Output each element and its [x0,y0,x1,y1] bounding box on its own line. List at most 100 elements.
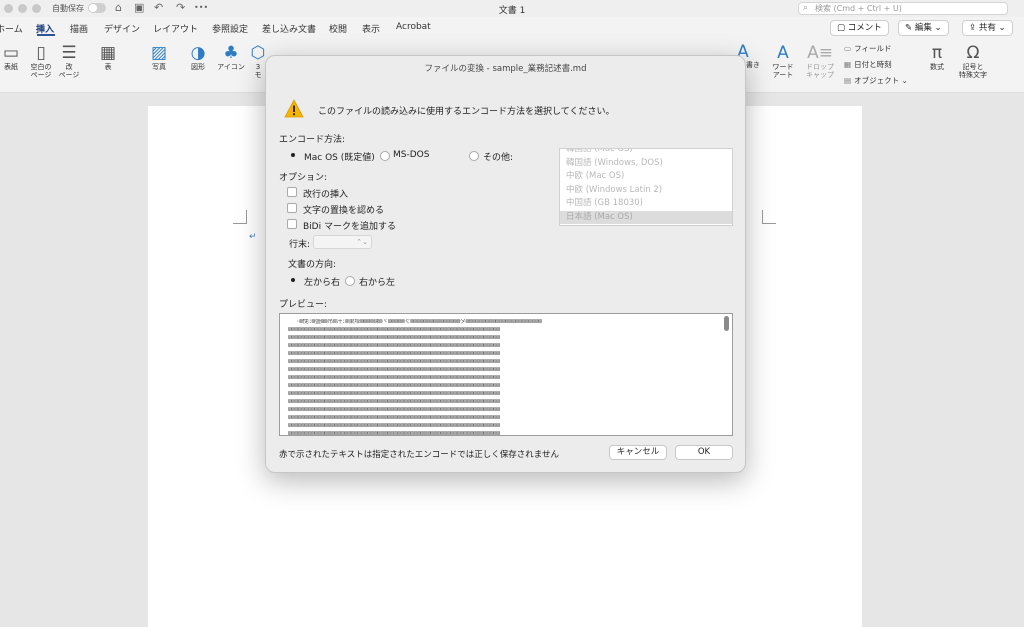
encoding-option-other[interactable]: その他: [483,150,513,163]
chevron-down-icon: ⌄ [899,76,908,85]
preview-line: ⊠⊠⊠⊠⊠⊠⊠⊠⊠⊠⊠⊠⊠⊠⊠⊠⊠⊠⊠⊠⊠⊠⊠⊠⊠⊠⊠⊠⊠⊠⊠⊠⊠⊠⊠⊠⊠⊠⊠⊠… [288,423,500,429]
preview-line: ⊠⊠⊠⊠⊠⊠⊠⊠⊠⊠⊠⊠⊠⊠⊠⊠⊠⊠⊠⊠⊠⊠⊠⊠⊠⊠⊠⊠⊠⊠⊠⊠⊠⊠⊠⊠⊠⊠⊠⊠… [288,431,500,436]
tab-home[interactable]: ホーム [0,22,23,35]
tab-references[interactable]: 参照設定 [212,22,248,35]
encoding-radio-macos[interactable] [288,150,298,160]
line-end-label: 行末: [289,240,311,250]
add-bidi-marks-checkbox[interactable] [287,219,297,229]
preview-scroll-thumb[interactable] [724,316,729,331]
3d-model-icon: ⬡ [250,43,266,63]
preview-line: ⊠⊠⊠⊠⊠⊠⊠⊠⊠⊠⊠⊠⊠⊠⊠⊠⊠⊠⊠⊠⊠⊠⊠⊠⊠⊠⊠⊠⊠⊠⊠⊠⊠⊠⊠⊠⊠⊠⊠⊠… [288,343,500,349]
insert-line-breaks-label[interactable]: 改行の挿入 [303,187,348,200]
tab-design[interactable]: デザイン [104,22,140,35]
photo-button[interactable]: ▨ 写真 [146,43,172,71]
preview-pane[interactable]: ·⊠俛:⊠盛⊠⊠吊⊠汁:⊠巣埠⊠⊠⊠⊠錬⊠ヾ⊠⊠⊠⊠⊠ぐ⊠⊠⊠⊠⊠⊠⊠⊠⊠⊠⊠⊠… [279,313,733,436]
preview-line: ⊠⊠⊠⊠⊠⊠⊠⊠⊠⊠⊠⊠⊠⊠⊠⊠⊠⊠⊠⊠⊠⊠⊠⊠⊠⊠⊠⊠⊠⊠⊠⊠⊠⊠⊠⊠⊠⊠⊠⊠… [288,327,500,333]
warning-icon [284,99,304,118]
preview-line: ·⊠俛:⊠盛⊠⊠吊⊠汁:⊠巣埠⊠⊠⊠⊠錬⊠ヾ⊠⊠⊠⊠⊠ぐ⊠⊠⊠⊠⊠⊠⊠⊠⊠⊠⊠⊠… [296,319,542,325]
encoding-label: エンコード方法: [279,135,346,145]
direction-radio-rtl[interactable] [345,276,355,286]
shapes-button[interactable]: ◑ 図形 [185,43,211,71]
equation-button[interactable]: π 数式 [924,43,950,71]
preview-scrollbar[interactable] [723,316,730,433]
preview-line: ⊠⊠⊠⊠⊠⊠⊠⊠⊠⊠⊠⊠⊠⊠⊠⊠⊠⊠⊠⊠⊠⊠⊠⊠⊠⊠⊠⊠⊠⊠⊠⊠⊠⊠⊠⊠⊠⊠⊠⊠… [288,399,500,405]
blank-page-icon: ▯ [36,43,46,63]
cover-page-icon: ▭ [2,43,20,63]
direction-radio-ltr[interactable] [288,275,298,285]
field-button[interactable]: ▭ フィールド [844,43,891,54]
object-icon: ▤ [844,76,852,85]
insert-line-breaks-checkbox[interactable] [287,187,297,197]
direction-option-rtl[interactable]: 右から左 [359,275,395,288]
text-box-button[interactable]: 書き [745,61,761,69]
share-icon: ⇪ [969,23,979,33]
chevron-down-icon: ⌄ [995,23,1006,33]
edit-button[interactable]: ✎ 編集 ⌄ [898,20,949,36]
direction-label: 文書の方向: [288,260,337,270]
equation-icon: π [931,43,943,63]
encoding-radio-other[interactable] [469,151,479,161]
blank-page-button[interactable]: ▯ 空白の ページ [28,43,54,79]
chevron-down-icon: ⌄ [931,23,942,33]
encoding-radio-msdos[interactable] [380,151,390,161]
preview-label: プレビュー: [279,300,328,310]
window-titlebar: 自動保存 ⌂ ▣ ↶ ↷ ••• 文書 1 ⌕ 検索 (Cmd + Ctrl +… [0,0,1024,17]
direction-option-ltr[interactable]: 左から右 [304,275,340,288]
date-time-button[interactable]: ▦ 日付と時刻 [844,59,892,70]
search-input[interactable]: ⌕ 検索 (Cmd + Ctrl + U) [798,2,1008,15]
margin-corner-right [762,210,776,224]
options-label: オプション: [279,173,328,183]
preview-line: ⊠⊠⊠⊠⊠⊠⊠⊠⊠⊠⊠⊠⊠⊠⊠⊠⊠⊠⊠⊠⊠⊠⊠⊠⊠⊠⊠⊠⊠⊠⊠⊠⊠⊠⊠⊠⊠⊠⊠⊠… [288,391,500,397]
tab-draw[interactable]: 描画 [70,22,88,35]
icons-icon: ♣ [223,43,239,63]
symbol-button[interactable]: Ω 記号と 特殊文字 [955,43,991,79]
encoding-list[interactable]: 韓国語 (Mac OS) 韓国語 (Windows, DOS) 中欧 (Mac … [559,148,733,226]
tab-mailings[interactable]: 差し込み文書 [262,22,316,35]
list-item[interactable]: 韓国語 (Windows, DOS) [560,157,732,171]
search-placeholder: 検索 (Cmd + Ctrl + U) [815,4,902,13]
stepper-arrows-icon: ⌃⌄ [356,238,368,246]
ok-button[interactable]: OK [675,445,733,460]
tab-review[interactable]: 校閲 [329,22,347,35]
calendar-icon: ▦ [844,60,852,69]
preview-line: ⊠⊠⊠⊠⊠⊠⊠⊠⊠⊠⊠⊠⊠⊠⊠⊠⊠⊠⊠⊠⊠⊠⊠⊠⊠⊠⊠⊠⊠⊠⊠⊠⊠⊠⊠⊠⊠⊠⊠⊠… [288,351,500,357]
preview-line: ⊠⊠⊠⊠⊠⊠⊠⊠⊠⊠⊠⊠⊠⊠⊠⊠⊠⊠⊠⊠⊠⊠⊠⊠⊠⊠⊠⊠⊠⊠⊠⊠⊠⊠⊠⊠⊠⊠⊠⊠… [288,335,500,341]
list-item[interactable]: 中欧 (Windows Latin 2) [560,184,732,198]
page-break-button[interactable]: ☰ 改 ページ [57,43,81,79]
add-bidi-marks-label[interactable]: BiDi マークを追加する [303,219,396,232]
tab-acrobat[interactable]: Acrobat [396,22,431,32]
share-button[interactable]: ⇪ 共有 ⌄ [962,20,1013,36]
table-icon: ▦ [99,43,117,63]
3d-model-button[interactable]: ⬡ 3 モ [250,43,266,79]
allow-substitution-checkbox[interactable] [287,203,297,213]
encoding-option-msdos[interactable]: MS-DOS [393,150,429,160]
list-item-selected[interactable]: 日本語 (Mac OS) [560,210,732,224]
margin-corner-left [233,210,247,224]
cover-page-button[interactable]: ▭ 表紙 [0,43,24,71]
shapes-icon: ◑ [190,43,206,63]
preview-line: ⊠⊠⊠⊠⊠⊠⊠⊠⊠⊠⊠⊠⊠⊠⊠⊠⊠⊠⊠⊠⊠⊠⊠⊠⊠⊠⊠⊠⊠⊠⊠⊠⊠⊠⊠⊠⊠⊠⊠⊠… [288,375,500,381]
tab-view[interactable]: 表示 [362,22,380,35]
search-icon: ⌕ [803,3,809,13]
drop-cap-button[interactable]: A≡ ドロップ キャップ [803,43,837,79]
list-item[interactable]: 中国語 (GB 18030) [560,197,732,211]
comment-button[interactable]: ▢ コメント [830,20,889,36]
icons-button[interactable]: ♣ アイコン [216,43,246,71]
active-tab-indicator [37,34,55,36]
line-end-select[interactable]: ⌃⌄ [313,235,372,249]
preview-line: ⊠⊠⊠⊠⊠⊠⊠⊠⊠⊠⊠⊠⊠⊠⊠⊠⊠⊠⊠⊠⊠⊠⊠⊠⊠⊠⊠⊠⊠⊠⊠⊠⊠⊠⊠⊠⊠⊠⊠⊠… [288,415,500,421]
preview-line: ⊠⊠⊠⊠⊠⊠⊠⊠⊠⊠⊠⊠⊠⊠⊠⊠⊠⊠⊠⊠⊠⊠⊠⊠⊠⊠⊠⊠⊠⊠⊠⊠⊠⊠⊠⊠⊠⊠⊠⊠… [288,407,500,413]
cancel-button[interactable]: キャンセル [609,445,667,460]
list-item[interactable]: 中欧 (Mac OS) [560,170,732,184]
list-item[interactable]: 韓国語 (Mac OS) [560,149,732,157]
preview-line: ⊠⊠⊠⊠⊠⊠⊠⊠⊠⊠⊠⊠⊠⊠⊠⊠⊠⊠⊠⊠⊠⊠⊠⊠⊠⊠⊠⊠⊠⊠⊠⊠⊠⊠⊠⊠⊠⊠⊠⊠… [288,359,500,365]
drop-cap-icon: A≡ [807,43,833,63]
tab-layout[interactable]: レイアウト [153,22,198,35]
wordart-button[interactable]: A ワード アート [768,43,798,79]
encoding-option-macos[interactable]: Mac OS (既定値) [304,150,375,163]
table-button[interactable]: ▦ 表 [96,43,120,71]
object-button[interactable]: ▤ オブジェクト ⌄ [844,75,908,86]
preview-line: ⊠⊠⊠⊠⊠⊠⊠⊠⊠⊠⊠⊠⊠⊠⊠⊠⊠⊠⊠⊠⊠⊠⊠⊠⊠⊠⊠⊠⊠⊠⊠⊠⊠⊠⊠⊠⊠⊠⊠⊠… [288,383,500,389]
comment-icon: ▢ [837,23,848,33]
allow-substitution-label[interactable]: 文字の置換を認める [303,203,384,216]
